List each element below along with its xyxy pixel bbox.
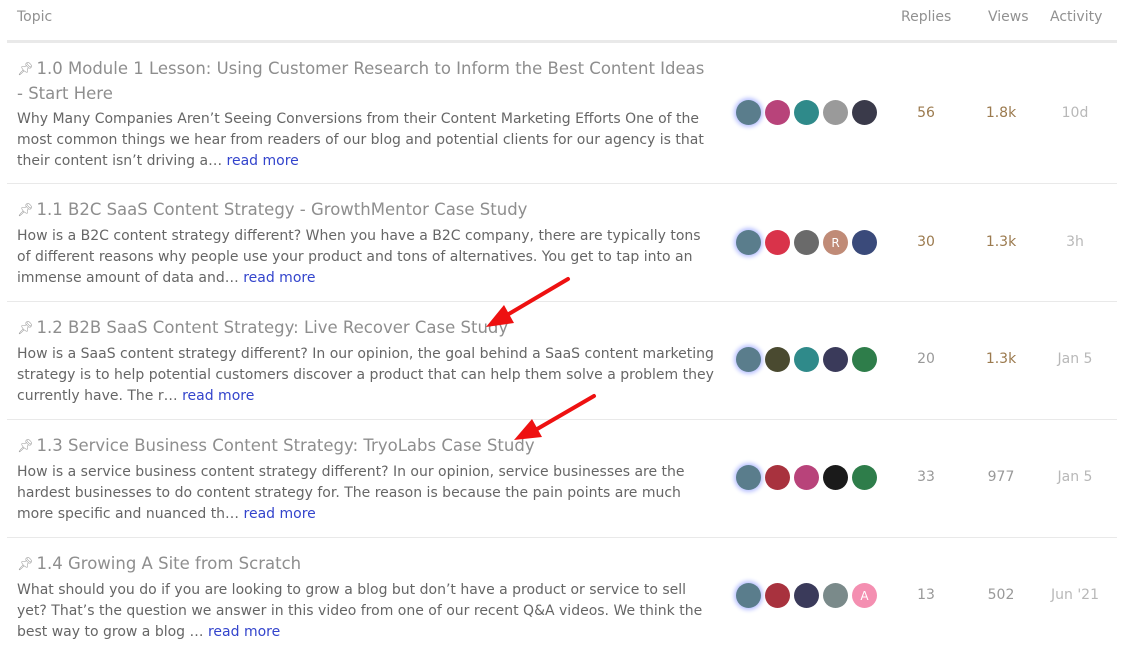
topic-title-link[interactable]: 📌︎ 1.0 Module 1 Lesson: Using Customer Re…	[17, 57, 707, 105]
topic-list-header: Topic Replies Views Activity	[7, 0, 1117, 43]
poster-avatar[interactable]	[852, 230, 877, 255]
excerpt-text: What should you do if you are looking to…	[17, 582, 703, 640]
poster-avatar[interactable]	[765, 230, 790, 255]
poster-avatar[interactable]	[736, 583, 761, 608]
excerpt-text: How is a service business content strate…	[17, 464, 685, 522]
column-header-activity[interactable]: Activity	[1050, 9, 1102, 25]
pin-icon: 📌︎	[17, 321, 34, 336]
poster-avatar[interactable]	[765, 347, 790, 372]
topic-title[interactable]: 1.1 B2C SaaS Content Strategy - GrowthMe…	[37, 200, 528, 219]
read-more-link[interactable]: read more	[244, 506, 316, 522]
poster-avatar[interactable]	[765, 465, 790, 490]
poster-avatar[interactable]	[794, 230, 819, 255]
views-count: 502	[987, 587, 1015, 603]
poster-avatar[interactable]	[823, 465, 848, 490]
poster-avatar[interactable]	[794, 347, 819, 372]
views-count: 1.3k	[985, 234, 1017, 250]
topic-excerpt: How is a B2C content strategy different?…	[17, 226, 717, 289]
poster-avatar[interactable]	[823, 100, 848, 125]
views-count: 1.3k	[985, 351, 1017, 367]
poster-avatar[interactable]	[852, 100, 877, 125]
poster-avatar[interactable]	[794, 583, 819, 608]
activity-time[interactable]: 3h	[1044, 234, 1106, 250]
read-more-link[interactable]: read more	[208, 624, 280, 640]
poster-avatar[interactable]	[765, 583, 790, 608]
poster-avatar[interactable]	[823, 347, 848, 372]
read-more-link[interactable]: read more	[182, 388, 254, 404]
pin-icon: 📌︎	[17, 203, 34, 218]
read-more-link[interactable]: read more	[227, 153, 299, 169]
poster-avatar[interactable]	[823, 583, 848, 608]
views-count: 977	[987, 469, 1015, 485]
topic-row: 📌︎ 1.4 Growing A Site from Scratch What s…	[7, 538, 1117, 655]
activity-time[interactable]: 10d	[1044, 105, 1106, 121]
excerpt-text: How is a B2C content strategy different?…	[17, 228, 701, 286]
replies-count: 33	[917, 469, 935, 485]
topic-row: 📌︎ 1.0 Module 1 Lesson: Using Customer Re…	[7, 43, 1117, 184]
activity-time[interactable]: Jan 5	[1044, 469, 1106, 485]
poster-avatar[interactable]: A	[852, 583, 877, 608]
poster-avatars: R	[736, 230, 877, 255]
topic-excerpt: How is a service business content strate…	[17, 462, 717, 525]
topic-title[interactable]: 1.3 Service Business Content Strategy: T…	[37, 436, 535, 455]
topic-title-link[interactable]: 📌︎ 1.4 Growing A Site from Scratch	[17, 552, 707, 577]
poster-avatar[interactable]	[852, 347, 877, 372]
topic-title[interactable]: 1.2 B2B SaaS Content Strategy: Live Reco…	[37, 318, 509, 337]
poster-avatar[interactable]: R	[823, 230, 848, 255]
poster-avatars	[736, 347, 877, 372]
replies-count: 13	[917, 587, 935, 603]
poster-avatars	[736, 465, 877, 490]
replies-count: 30	[917, 234, 935, 250]
topic-title[interactable]: 1.0 Module 1 Lesson: Using Customer Rese…	[17, 59, 704, 103]
annotation-arrow	[514, 394, 596, 440]
poster-avatars: A	[736, 583, 877, 608]
column-header-views[interactable]: Views	[988, 9, 1029, 25]
poster-avatar[interactable]	[736, 465, 761, 490]
topic-excerpt: Why Many Companies Aren’t Seeing Convers…	[17, 109, 717, 172]
annotation-arrow	[486, 277, 570, 327]
column-header-replies[interactable]: Replies	[901, 9, 951, 25]
pin-icon: 📌︎	[17, 439, 34, 454]
excerpt-text: How is a SaaS content strategy different…	[17, 346, 714, 404]
poster-avatar[interactable]	[794, 100, 819, 125]
activity-time[interactable]: Jun '21	[1044, 587, 1106, 603]
pin-icon: 📌︎	[17, 557, 34, 572]
poster-avatar[interactable]	[852, 465, 877, 490]
activity-time[interactable]: Jan 5	[1044, 351, 1106, 367]
topic-title-link[interactable]: 📌︎ 1.2 B2B SaaS Content Strategy: Live Re…	[17, 316, 707, 341]
topic-title-link[interactable]: 📌︎ 1.1 B2C SaaS Content Strategy - Growth…	[17, 198, 707, 223]
poster-avatar[interactable]	[736, 347, 761, 372]
excerpt-text: Why Many Companies Aren’t Seeing Convers…	[17, 111, 704, 169]
read-more-link[interactable]: read more	[243, 270, 315, 286]
poster-avatar[interactable]	[794, 465, 819, 490]
topic-title[interactable]: 1.4 Growing A Site from Scratch	[37, 554, 302, 573]
poster-avatar[interactable]	[736, 230, 761, 255]
replies-count: 56	[917, 105, 935, 121]
poster-avatar[interactable]	[736, 100, 761, 125]
topic-excerpt: What should you do if you are looking to…	[17, 580, 717, 643]
views-count: 1.8k	[985, 105, 1017, 121]
replies-count: 20	[917, 351, 935, 367]
column-header-topic[interactable]: Topic	[17, 9, 52, 25]
pin-icon: 📌︎	[17, 62, 34, 77]
poster-avatar[interactable]	[765, 100, 790, 125]
poster-avatars	[736, 100, 877, 125]
topic-excerpt: How is a SaaS content strategy different…	[17, 344, 717, 407]
